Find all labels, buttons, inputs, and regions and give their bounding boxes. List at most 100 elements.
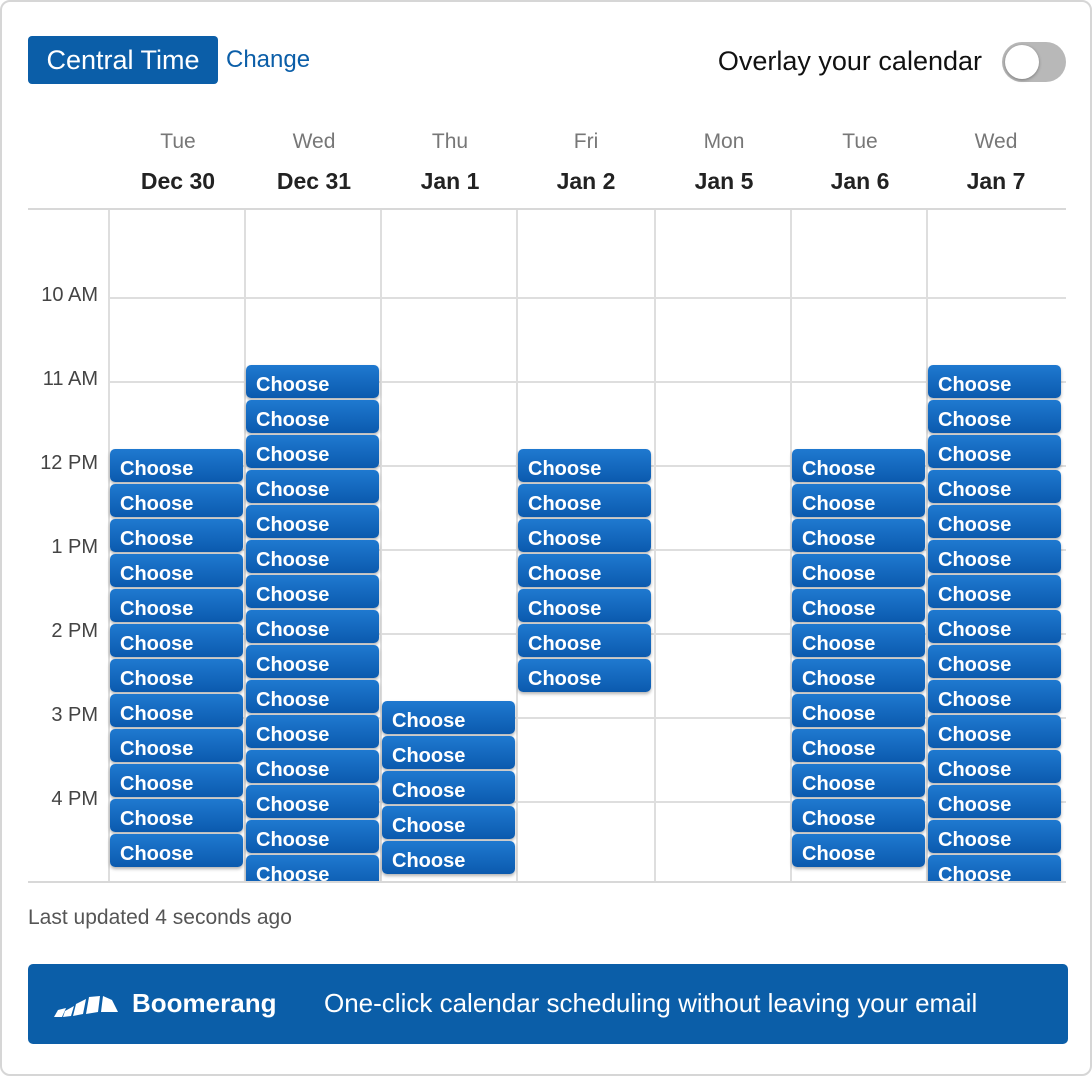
choose-slot-button[interactable]: Choose (382, 841, 515, 874)
hour-line (108, 297, 1066, 299)
choose-slot-button[interactable]: Choose (382, 736, 515, 769)
hour-label: 11 AM (42, 368, 98, 390)
hour-label: 2 PM (51, 620, 98, 642)
choose-slot-button[interactable]: Choose (928, 855, 1061, 881)
choose-slot-button[interactable]: Choose (246, 505, 379, 538)
choose-slot-button[interactable]: Choose (792, 449, 925, 482)
day-header: Fri Jan 2 (518, 130, 654, 195)
day-header: Mon Jan 5 (656, 130, 792, 195)
choose-slot-button[interactable]: Choose (792, 764, 925, 797)
hour-label: 4 PM (51, 788, 98, 810)
last-updated-text: Last updated 4 seconds ago (28, 906, 292, 929)
choose-slot-button[interactable]: Choose (518, 484, 651, 517)
day-date: Jan 6 (830, 168, 890, 194)
choose-slot-button[interactable]: Choose (792, 799, 925, 832)
choose-slot-button[interactable]: Choose (110, 519, 243, 552)
choose-slot-button[interactable]: Choose (792, 729, 925, 762)
choose-slot-button[interactable]: Choose (518, 519, 651, 552)
choose-slot-button[interactable]: Choose (928, 505, 1061, 538)
choose-slot-button[interactable]: Choose (110, 589, 243, 622)
choose-slot-button[interactable]: Choose (792, 589, 925, 622)
choose-slot-button[interactable]: Choose (246, 715, 379, 748)
choose-slot-button[interactable]: Choose (246, 470, 379, 503)
choose-slot-button[interactable]: Choose (792, 519, 925, 552)
choose-slot-button[interactable]: Choose (518, 554, 651, 587)
choose-slot-button[interactable]: Choose (246, 610, 379, 643)
day-header: Wed Dec 31 (246, 130, 382, 195)
choose-slot-button[interactable]: Choose (928, 610, 1061, 643)
change-timezone-link[interactable]: Change (226, 46, 310, 74)
choose-slot-button[interactable]: Choose (110, 799, 243, 832)
choose-slot-button[interactable]: Choose (792, 694, 925, 727)
choose-slot-button[interactable]: Choose (928, 365, 1061, 398)
choose-slot-button[interactable]: Choose (110, 484, 243, 517)
choose-slot-button[interactable]: Choose (110, 624, 243, 657)
choose-slot-button[interactable]: Choose (518, 589, 651, 622)
choose-slot-button[interactable]: Choose (110, 449, 243, 482)
choose-slot-button[interactable]: Choose (792, 659, 925, 692)
day-of-week: Mon (703, 130, 745, 153)
hour-label: 3 PM (51, 704, 98, 726)
choose-slot-button[interactable]: Choose (246, 435, 379, 468)
day-header: Tue Jan 6 (792, 130, 928, 195)
day-header: Thu Jan 1 (382, 130, 518, 195)
day-of-week: Wed (974, 130, 1018, 153)
day-of-week: Tue (160, 130, 196, 153)
choose-slot-button[interactable]: Choose (246, 855, 379, 881)
choose-slot-button[interactable]: Choose (246, 680, 379, 713)
choose-slot-button[interactable]: Choose (246, 820, 379, 853)
calendar-grid: 10 AM 11 AM 12 PM 1 PM 2 PM 3 PM 4 PM Choose Cho… (28, 208, 1066, 883)
choose-slot-button[interactable]: Choose (246, 365, 379, 398)
column-divider (654, 210, 656, 881)
choose-slot-button[interactable]: Choose (792, 624, 925, 657)
choose-slot-button[interactable]: Choose (792, 484, 925, 517)
day-of-week: Fri (573, 130, 599, 153)
choose-slot-button[interactable]: Choose (382, 771, 515, 804)
hour-label: 10 AM (41, 284, 98, 306)
brand-name: Boomerang (132, 988, 277, 1018)
choose-slot-button[interactable]: Choose (110, 554, 243, 587)
choose-slot-button[interactable]: Choose (518, 659, 651, 692)
choose-slot-button[interactable]: Choose (246, 645, 379, 678)
day-header: Wed Jan 7 (928, 130, 1064, 195)
choose-slot-button[interactable]: Choose (110, 659, 243, 692)
choose-slot-button[interactable]: Choose (110, 729, 243, 762)
choose-slot-button[interactable]: Choose (382, 701, 515, 734)
choose-slot-button[interactable]: Choose (246, 750, 379, 783)
boomerang-banner[interactable]: Boomerang One-click calendar scheduling … (28, 964, 1068, 1044)
choose-slot-button[interactable]: Choose (928, 820, 1061, 853)
choose-slot-button[interactable]: Choose (246, 400, 379, 433)
choose-slot-button[interactable]: Choose (928, 750, 1061, 783)
timezone-button[interactable]: Central Time (28, 36, 218, 84)
banner-tagline: One-click calendar scheduling without le… (324, 988, 978, 1018)
choose-slot-button[interactable]: Choose (792, 554, 925, 587)
choose-slot-button[interactable]: Choose (792, 834, 925, 867)
choose-slot-button[interactable]: Choose (246, 785, 379, 818)
choose-slot-button[interactable]: Choose (246, 575, 379, 608)
choose-slot-button[interactable]: Choose (928, 540, 1061, 573)
choose-slot-button[interactable]: Choose (246, 540, 379, 573)
choose-slot-button[interactable]: Choose (928, 470, 1061, 503)
day-of-week: Tue (842, 130, 878, 153)
choose-slot-button[interactable]: Choose (928, 400, 1061, 433)
choose-slot-button[interactable]: Choose (928, 435, 1061, 468)
scheduler-widget: Central Time Change Overlay your calenda… (0, 0, 1092, 1076)
choose-slot-button[interactable]: Choose (518, 449, 651, 482)
choose-slot-button[interactable]: Choose (382, 806, 515, 839)
day-date: Dec 30 (140, 168, 216, 194)
day-date: Jan 7 (966, 168, 1026, 194)
hour-label: 1 PM (51, 536, 98, 558)
day-date: Jan 2 (556, 168, 616, 194)
choose-slot-button[interactable]: Choose (928, 785, 1061, 818)
choose-slot-button[interactable]: Choose (928, 680, 1061, 713)
choose-slot-button[interactable]: Choose (110, 694, 243, 727)
choose-slot-button[interactable]: Choose (110, 764, 243, 797)
choose-slot-button[interactable]: Choose (518, 624, 651, 657)
choose-slot-button[interactable]: Choose (110, 834, 243, 867)
day-of-week: Thu (431, 130, 469, 153)
choose-slot-button[interactable]: Choose (928, 645, 1061, 678)
choose-slot-button[interactable]: Choose (928, 715, 1061, 748)
choose-slot-button[interactable]: Choose (928, 575, 1061, 608)
overlay-calendar-toggle[interactable] (1002, 42, 1066, 82)
hour-label: 12 PM (40, 452, 98, 474)
